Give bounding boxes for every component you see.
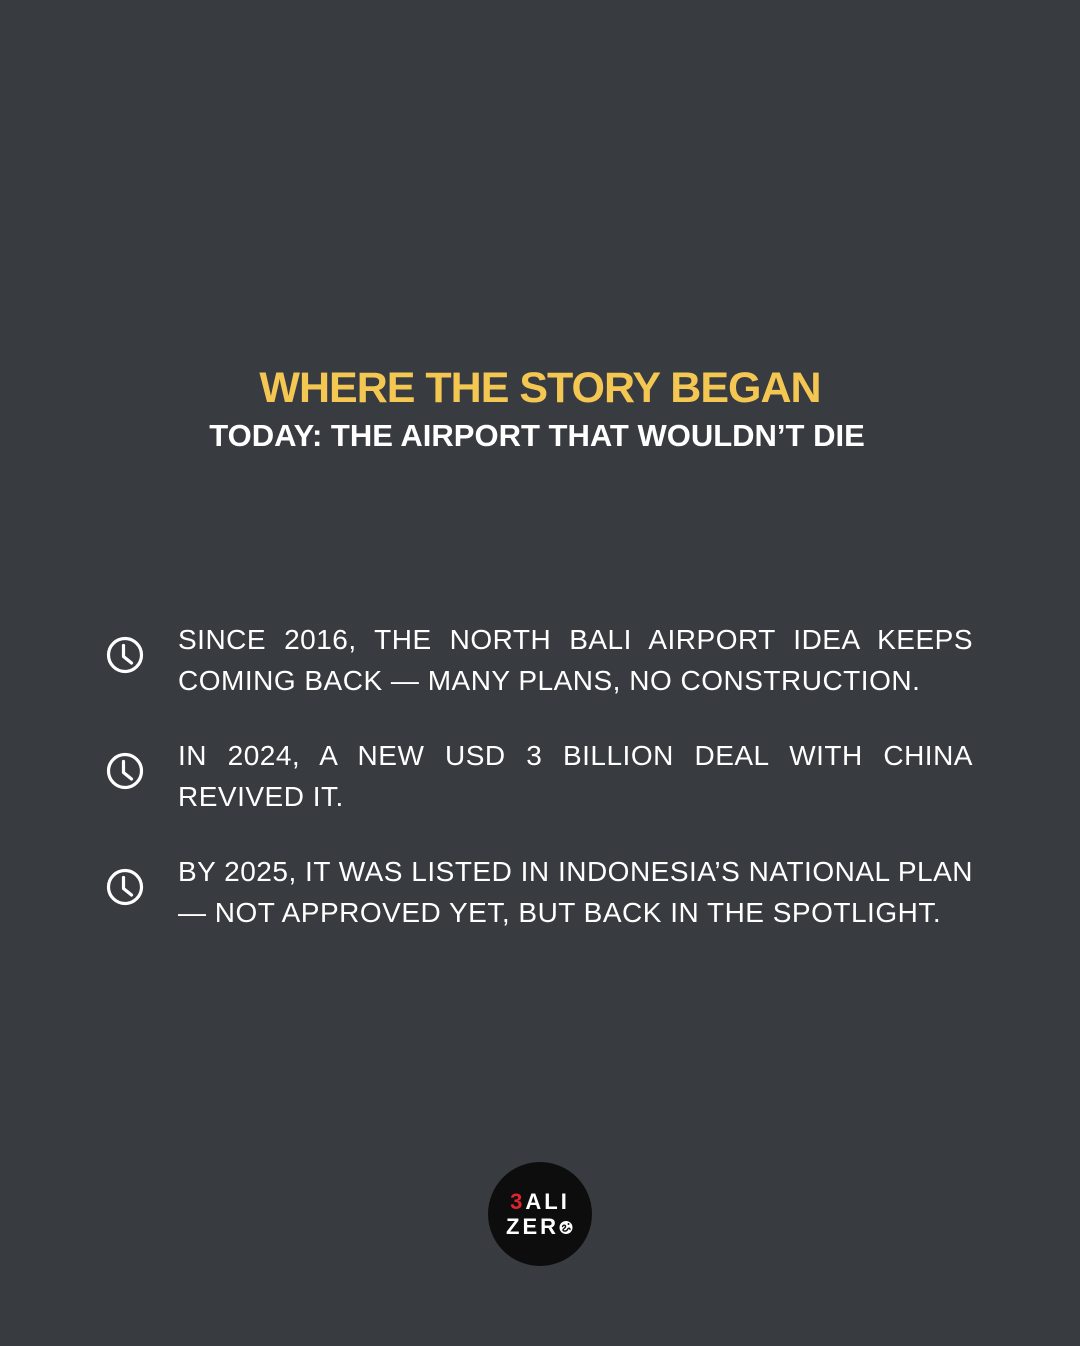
timeline-text: BY 2025, IT WAS LISTED IN INDONESIA’S NA… — [178, 856, 973, 928]
logo-word-bali: ALI — [525, 1189, 570, 1214]
logo-line-2: ZER — [488, 1215, 592, 1239]
clock-icon — [106, 752, 144, 790]
timeline-text: IN 2024, A NEW USD 3 BILLION DEAL WITH C… — [178, 740, 973, 812]
header: WHERE THE STORY BEGAN TODAY: THE AIRPORT… — [0, 362, 1080, 456]
logo-accent-letter: 3 — [510, 1189, 526, 1214]
page-title: WHERE THE STORY BEGAN — [259, 364, 821, 412]
timeline-text: SINCE 2016, THE NORTH BALI AIRPORT IDEA … — [178, 624, 973, 696]
logo-word-zero: ZER — [506, 1214, 559, 1239]
clock-icon — [106, 636, 144, 674]
bali-zero-logo: 3ALI ZER — [488, 1162, 592, 1266]
om-symbol-icon — [559, 1221, 573, 1234]
clock-icon — [106, 868, 144, 906]
page-subtitle: TODAY: THE AIRPORT THAT WOULDN’T DIE — [209, 418, 865, 453]
logo-line-1: 3ALI — [488, 1190, 592, 1214]
